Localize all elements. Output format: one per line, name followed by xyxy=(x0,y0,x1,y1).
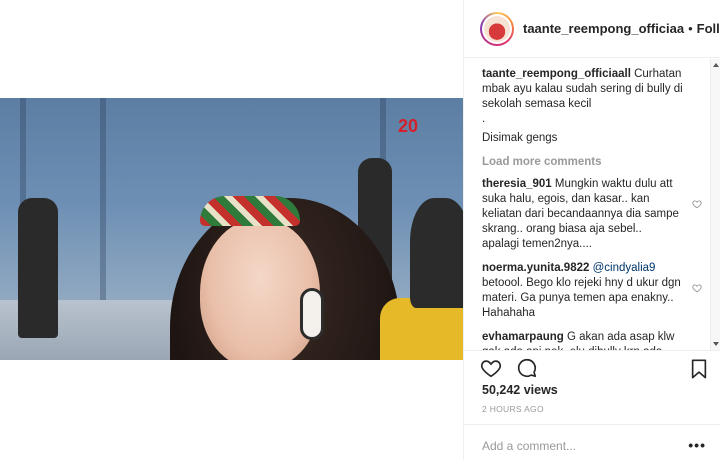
comment-item: theresia_901 Mungkin waktu dulu att suka… xyxy=(482,177,708,252)
face-shape xyxy=(200,218,320,360)
comment-username[interactable]: noerma.yunita.9822 xyxy=(482,262,589,274)
post-header: taante_reempong_officiaa • Following xyxy=(464,0,720,58)
comment-bubble-icon[interactable] xyxy=(516,357,538,379)
earring-shape xyxy=(300,288,324,340)
background-person xyxy=(18,198,58,338)
comment-username[interactable]: theresia_901 xyxy=(482,178,552,190)
avatar[interactable] xyxy=(480,11,514,46)
channel-logo: 20 xyxy=(398,116,419,136)
view-count[interactable]: 50,242 views xyxy=(482,383,558,397)
load-more-comments-button[interactable]: Load more comments xyxy=(482,156,708,168)
media-area: 20 xyxy=(0,0,463,460)
hijab-shape xyxy=(410,198,463,308)
comment-text: betoool. Bego klo rejeki hny d ukur dgn … xyxy=(482,277,681,319)
post-timestamp[interactable]: 2 HOURS AGO xyxy=(482,404,544,414)
heart-icon[interactable] xyxy=(692,283,702,293)
scroll-up-arrow-icon[interactable] xyxy=(713,63,719,67)
following-button[interactable]: Following xyxy=(697,21,720,36)
headband-shape xyxy=(200,196,300,226)
comments-list[interactable]: taante_reempong_officiaall Curhatan mbak… xyxy=(464,59,720,350)
add-comment-bar: Add a comment... ••• xyxy=(464,424,720,460)
bookmark-icon[interactable] xyxy=(690,359,708,379)
post-username[interactable]: taante_reempong_officiaa xyxy=(523,21,684,36)
video-player[interactable]: 20 xyxy=(0,98,463,360)
more-options-icon[interactable]: ••• xyxy=(688,437,706,453)
comments-scrollbar[interactable] xyxy=(710,59,720,350)
caption-username[interactable]: taante_reempong_officiaall xyxy=(482,68,631,80)
caption-line: Disimak gengs xyxy=(482,132,558,144)
like-heart-icon[interactable] xyxy=(480,357,502,379)
heart-icon[interactable] xyxy=(692,199,702,209)
comment-item: noerma.yunita.9822 @cindyalia9 betoool. … xyxy=(482,261,708,321)
scroll-down-arrow-icon[interactable] xyxy=(713,342,719,346)
post-panel: taante_reempong_officiaa • Following taa… xyxy=(463,0,720,460)
comment-mention[interactable]: @cindyalia9 xyxy=(593,262,656,274)
avatar-image xyxy=(484,15,510,42)
separator-dot: • xyxy=(688,21,693,36)
comment-username[interactable]: evhamarpaung xyxy=(482,331,564,343)
caption-line: . xyxy=(482,113,486,125)
comment-item: evhamarpaung G akan ada asap klw gak ada… xyxy=(482,330,708,350)
add-comment-input[interactable]: Add a comment... xyxy=(482,439,576,453)
caption: taante_reempong_officiaall Curhatan mbak… xyxy=(482,67,708,112)
action-bar xyxy=(464,350,720,386)
